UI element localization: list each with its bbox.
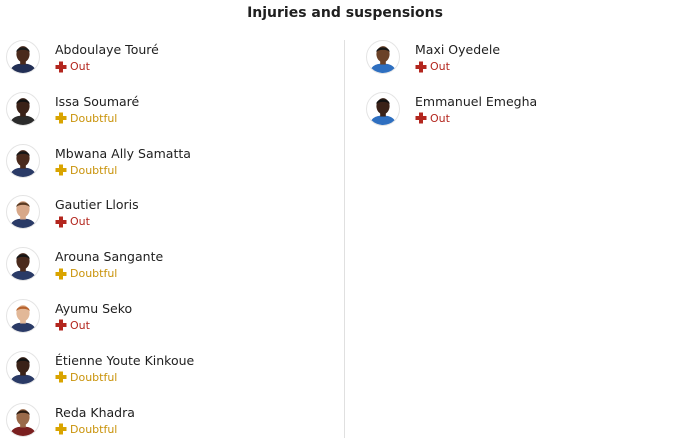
status-label: Out — [430, 60, 450, 73]
injury-out-icon — [55, 216, 67, 228]
player-status: Doubtful — [55, 423, 117, 436]
player-status: Out — [55, 215, 90, 228]
status-label: Out — [430, 111, 450, 125]
player-status: Doubtful — [55, 267, 117, 280]
injury-out-icon — [55, 319, 67, 331]
player-name: Issa Soumaré — [55, 93, 140, 109]
status-label: Out — [70, 318, 90, 332]
player-avatar — [6, 247, 40, 282]
status-label: Doubtful — [70, 267, 118, 281]
player-name: Abdoulaye Touré — [55, 42, 159, 57]
player-avatar — [366, 40, 400, 74]
player-avatar — [366, 91, 400, 126]
injury-doubtful-icon — [55, 371, 67, 383]
injuries-panel: Injuries and suspensions Abdoulaye Touré… — [0, 0, 690, 448]
status-label: Out — [70, 60, 90, 73]
player-name: Arouna Sangante — [55, 249, 164, 265]
player-name: Étienne Youte Kinkoue — [55, 352, 195, 368]
player-avatar — [6, 40, 40, 74]
player-avatar — [6, 350, 40, 385]
panel-title: Injuries and suspensions — [247, 5, 443, 21]
player-name: Emmanuel Emegha — [415, 93, 538, 109]
status-label: Doubtful — [70, 370, 118, 384]
player-avatar — [6, 195, 40, 230]
player-name: Mbwana Ally Samatta — [55, 145, 191, 161]
player-avatar — [6, 91, 40, 126]
player-status: Out — [55, 319, 90, 332]
player-name: Gautier Lloris — [55, 197, 139, 213]
column-divider — [344, 40, 345, 438]
injury-doubtful-icon — [55, 268, 67, 280]
injury-out-icon — [415, 61, 427, 73]
player-avatar — [6, 143, 40, 178]
injury-doubtful-icon — [55, 423, 67, 435]
injury-doubtful-icon — [55, 112, 67, 124]
player-name: Reda Khadra — [55, 404, 135, 420]
status-label: Doubtful — [70, 422, 118, 436]
player-status: Out — [55, 60, 90, 73]
injury-out-icon — [415, 112, 427, 124]
player-status: Doubtful — [55, 112, 117, 125]
status-label: Doubtful — [70, 111, 118, 125]
player-avatar — [6, 298, 40, 333]
player-avatar — [6, 402, 40, 437]
injury-out-icon — [55, 61, 67, 73]
player-status: Out — [415, 112, 450, 125]
player-status: Doubtful — [55, 371, 117, 384]
player-name: Maxi Oyedele — [415, 42, 501, 57]
player-status: Doubtful — [55, 164, 117, 177]
status-label: Out — [70, 215, 90, 229]
injury-doubtful-icon — [55, 164, 67, 176]
player-name: Ayumu Seko — [55, 300, 133, 316]
player-status: Out — [415, 60, 450, 73]
status-label: Doubtful — [70, 163, 118, 177]
